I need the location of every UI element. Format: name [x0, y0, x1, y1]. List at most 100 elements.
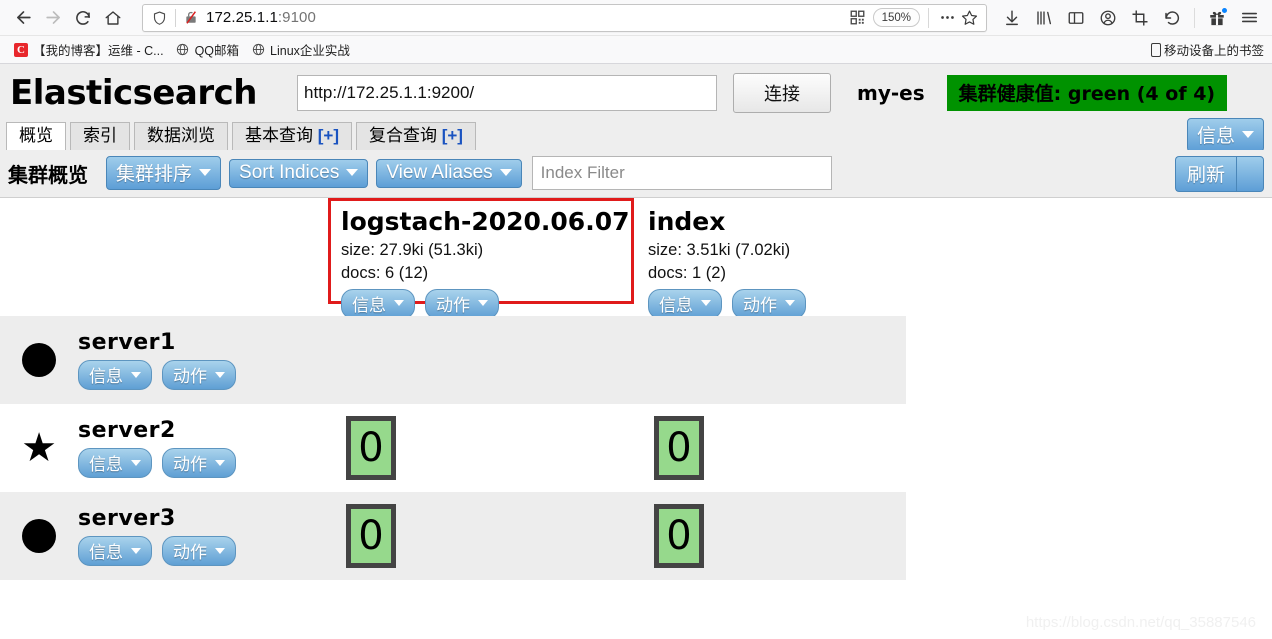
cluster-health-badge: 集群健康值: green (4 of 4)	[946, 75, 1228, 111]
index-header-row: logstach-2020.06.07 size: 27.9ki (51.3ki…	[0, 198, 1272, 319]
tab-data-browse[interactable]: 数据浏览	[134, 122, 228, 150]
info-button-label: 信息	[1196, 126, 1235, 147]
url-text: 172.25.1.1:9100	[206, 9, 316, 26]
shard-cell: 0	[634, 416, 954, 480]
index-name: logstach-2020.06.07	[341, 207, 630, 236]
qr-code-icon[interactable]	[849, 9, 867, 27]
node-action-label: 动作	[173, 455, 207, 475]
extensions-gift-icon[interactable]	[1202, 3, 1232, 33]
chevron-down-icon	[131, 371, 141, 378]
node-info-label: 信息	[89, 367, 123, 387]
sidebar-icon[interactable]	[1061, 3, 1091, 33]
cluster-overview-content: logstach-2020.06.07 size: 27.9ki (51.3ki…	[0, 198, 1272, 580]
tab-basic-query[interactable]: 基本查询 [+]	[232, 122, 352, 150]
tab-overview[interactable]: 概览	[6, 122, 66, 150]
circle-node-icon	[22, 343, 56, 377]
node-actions: 信息 动作	[78, 536, 328, 566]
cluster-toolbar: 集群概览 集群排序 Sort Indices View Aliases 刷新	[0, 150, 1272, 198]
shard-box[interactable]: 0	[654, 416, 704, 480]
node-action-button[interactable]: 动作	[162, 360, 236, 390]
tab-basic-query-plus: [+]	[317, 126, 339, 145]
reload-button[interactable]	[68, 3, 98, 33]
bookmark-item[interactable]: Linux企业实战	[245, 38, 356, 61]
chevron-down-icon	[215, 371, 225, 378]
node-action-label: 动作	[173, 367, 207, 387]
index-filter-input[interactable]	[531, 156, 832, 190]
refresh-control: 刷新	[1174, 156, 1264, 192]
node-action-label: 动作	[173, 543, 207, 563]
index-size: size: 27.9ki (51.3ki)	[341, 241, 484, 260]
index-actions: 信息 动作	[648, 288, 886, 319]
sort-cluster-button[interactable]: 集群排序	[106, 156, 222, 190]
home-button[interactable]	[98, 3, 128, 33]
tab-composite-query-plus: [+]	[441, 126, 463, 145]
bookmark-star-icon[interactable]	[958, 7, 980, 29]
shard-box[interactable]: 0	[654, 504, 704, 568]
refresh-button[interactable]: 刷新	[1174, 156, 1236, 192]
shard-box[interactable]: 0	[346, 504, 396, 568]
node-info-label: 信息	[89, 455, 123, 475]
refresh-dropdown-button[interactable]	[1236, 156, 1264, 192]
shard-box[interactable]: 0	[346, 416, 396, 480]
shard-cell	[328, 328, 634, 392]
index-action-button[interactable]: 动作	[732, 288, 806, 319]
node-action-button[interactable]: 动作	[162, 536, 236, 566]
chevron-down-icon	[199, 169, 212, 176]
watermark: https://blog.csdn.net/qq_35887546	[1025, 614, 1256, 631]
sort-indices-button[interactable]: Sort Indices	[229, 158, 369, 188]
globe-icon	[251, 43, 265, 57]
node-info-button[interactable]: 信息	[78, 536, 152, 566]
node-actions: 信息 动作	[78, 360, 328, 390]
index-info-label: 信息	[659, 295, 693, 316]
index-info-button[interactable]: 信息	[648, 288, 722, 319]
divider	[175, 8, 176, 27]
mobile-bookmarks-label: 移动设备上的书签	[1163, 44, 1264, 58]
menu-hamburger-icon[interactable]	[1234, 3, 1264, 33]
table-row: ★ server2 信息 动作 0 0	[0, 404, 906, 492]
node-info-button[interactable]: 信息	[78, 448, 152, 478]
connect-button[interactable]: 连接	[733, 73, 831, 113]
node-actions: 信息 动作	[78, 448, 328, 478]
screenshot-icon[interactable]	[1125, 3, 1155, 33]
downloads-icon[interactable]	[997, 3, 1027, 33]
bookmark-item[interactable]: C 【我的博客】运维 - C...	[8, 38, 170, 61]
tab-indices[interactable]: 索引	[70, 122, 130, 150]
view-aliases-button[interactable]: View Aliases	[376, 158, 522, 188]
bookmark-item[interactable]: QQ邮箱	[170, 38, 245, 61]
index-action-button[interactable]: 动作	[425, 288, 499, 319]
node-action-button[interactable]: 动作	[162, 448, 236, 478]
undo-icon[interactable]	[1157, 3, 1187, 33]
index-card-index: index size: 3.51ki (7.02ki) docs: 1 (2) …	[634, 198, 894, 319]
zoom-level-indicator[interactable]: 150%	[872, 8, 920, 27]
info-button[interactable]: 信息	[1186, 118, 1264, 152]
shard-cell: 0	[328, 504, 634, 568]
back-button[interactable]	[8, 3, 38, 33]
chevron-down-icon	[131, 459, 141, 466]
library-icon[interactable]	[1029, 3, 1059, 33]
es-url-input[interactable]	[297, 75, 717, 111]
divider	[928, 7, 929, 28]
csdn-favicon-icon: C	[14, 42, 28, 57]
page-actions-icon[interactable]	[936, 7, 958, 29]
mobile-bookmarks-folder[interactable]: 移动设备上的书签	[1150, 40, 1264, 59]
forward-button[interactable]	[38, 3, 68, 33]
notification-badge	[1221, 6, 1228, 14]
index-name: index	[648, 207, 726, 236]
index-info-button[interactable]: 信息	[341, 288, 415, 319]
node-info-label: 信息	[89, 543, 123, 563]
node-info-button[interactable]: 信息	[78, 360, 152, 390]
es-header: Elasticsearch 连接 my-es 集群健康值: green (4 o…	[0, 64, 1272, 122]
address-bar[interactable]: 172.25.1.1:9100 150%	[142, 3, 987, 32]
index-docs: docs: 6 (12)	[341, 263, 429, 282]
cluster-overview-title: 集群概览	[8, 162, 88, 187]
chevron-down-icon	[346, 169, 359, 176]
tab-composite-query[interactable]: 复合查询 [+]	[355, 122, 476, 150]
bookmark-label: Linux企业实战	[270, 44, 350, 58]
index-action-label: 动作	[743, 295, 777, 316]
account-icon[interactable]	[1093, 3, 1123, 33]
node-name: server3	[78, 506, 176, 531]
tab-basic-query-label: 基本查询	[245, 126, 313, 145]
sort-indices-label: Sort Indices	[239, 161, 340, 183]
es-logo: Elasticsearch	[10, 73, 258, 113]
tabbar-info-button-wrap: 信息	[1186, 118, 1264, 152]
